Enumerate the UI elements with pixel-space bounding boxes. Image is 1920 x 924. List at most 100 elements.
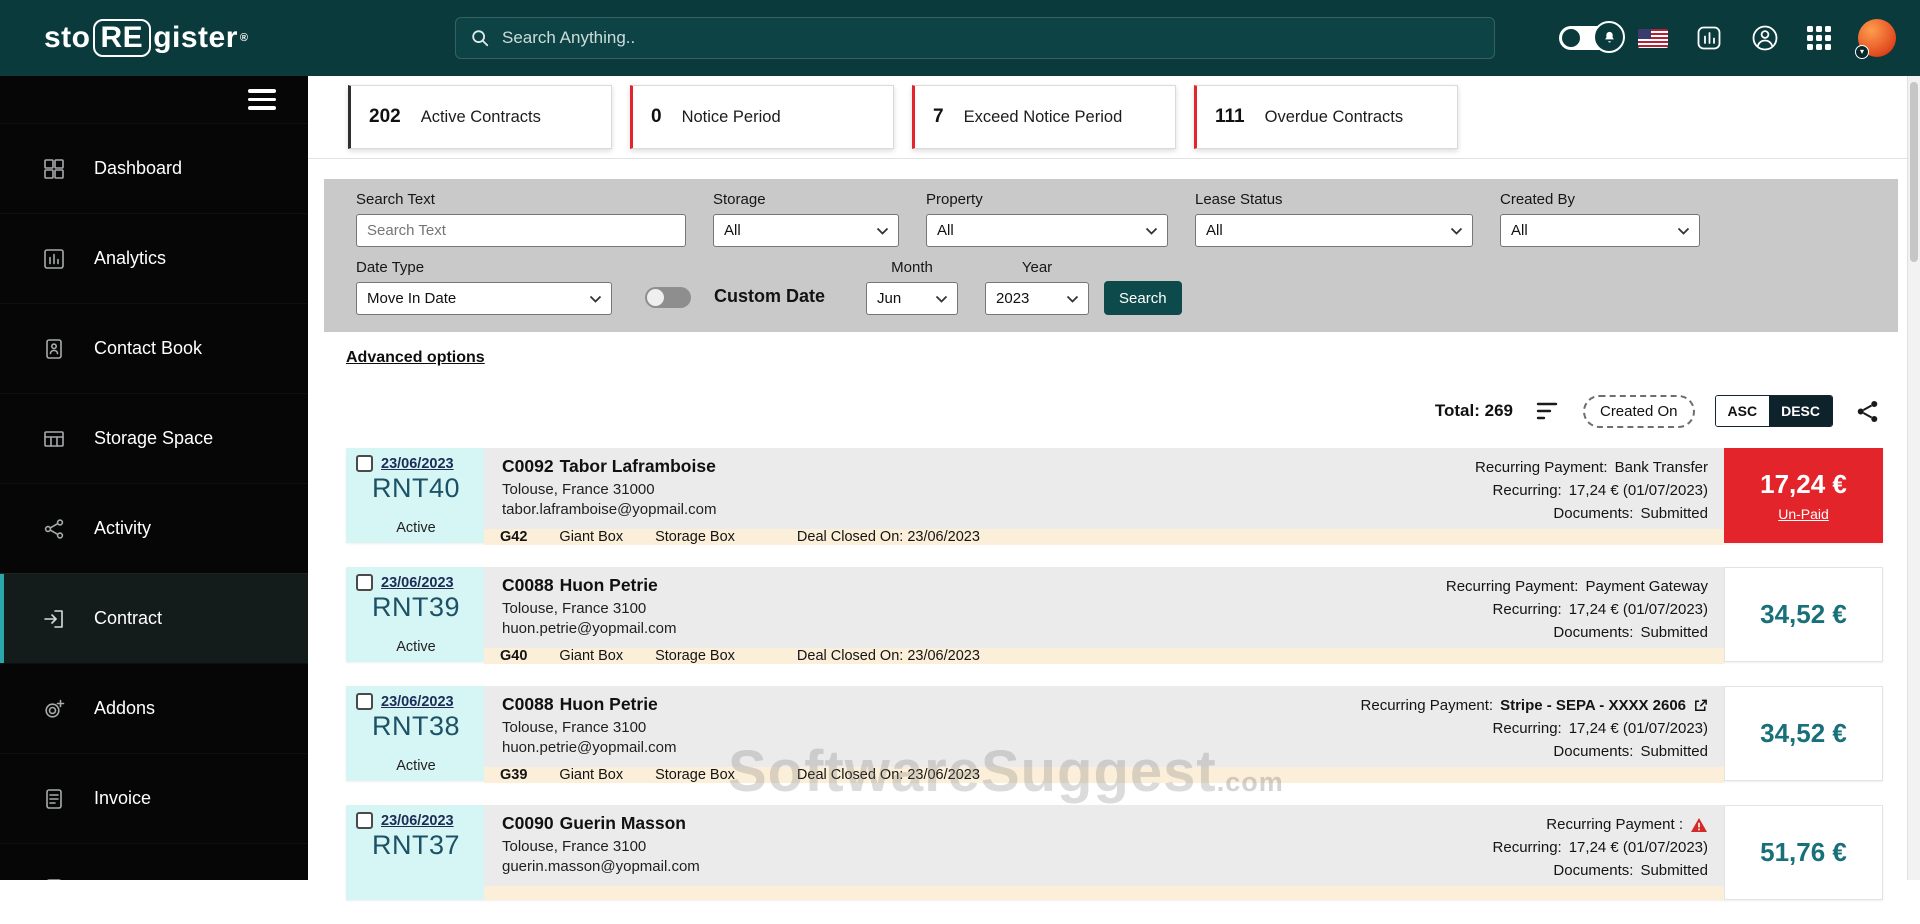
recurring-label: Recurring: bbox=[1492, 720, 1562, 737]
total-count: Total: 269 bbox=[1434, 401, 1513, 420]
property-label: Property bbox=[926, 191, 983, 208]
unit-size: Giant Box bbox=[559, 767, 624, 783]
status-label: Active bbox=[396, 520, 436, 536]
date-type-select[interactable]: Move In Date bbox=[356, 282, 612, 315]
sidebar-item-invoice[interactable]: Invoice bbox=[0, 753, 308, 843]
storage-select[interactable]: All bbox=[713, 214, 899, 247]
customer-block: C0088 Huon Petrie Tolouse, France 3100 hu… bbox=[502, 694, 676, 763]
search-text-input[interactable] bbox=[356, 214, 686, 247]
recurring-value: 17,24 € (01/07/2023) bbox=[1568, 601, 1708, 618]
month-select-value: Jun bbox=[877, 290, 902, 307]
stat-card-notice-period[interactable]: 0 Notice Period bbox=[630, 85, 894, 149]
chevron-down-icon bbox=[1066, 295, 1079, 303]
lease-status-select[interactable]: All bbox=[1195, 214, 1473, 247]
stat-card-overdue-contracts[interactable]: 111 Overdue Contracts bbox=[1194, 85, 1458, 149]
amount-block: 17,24 € Un-Paid bbox=[1724, 448, 1883, 543]
row-checkbox[interactable] bbox=[356, 574, 373, 591]
sidebar-item-contact-book[interactable]: Contact Book bbox=[0, 303, 308, 393]
sidebar-item-credit-note[interactable]: Credit Note bbox=[0, 843, 308, 880]
share-icon[interactable] bbox=[1853, 397, 1882, 426]
payment-warning-icon bbox=[1690, 817, 1708, 833]
unit-size: Giant Box bbox=[559, 648, 624, 664]
recurring-value: 17,24 € (01/07/2023) bbox=[1568, 839, 1708, 856]
stat-label: Active Contracts bbox=[420, 107, 541, 126]
scrollbar bbox=[1907, 76, 1920, 880]
scrollbar-thumb[interactable] bbox=[1910, 82, 1918, 262]
chevron-down-icon bbox=[1450, 227, 1463, 235]
search-icon bbox=[470, 28, 490, 48]
month-select[interactable]: Jun bbox=[866, 282, 959, 315]
payment-method-value: Stripe - SEPA - XXXX 2606 bbox=[1500, 697, 1686, 714]
payment-method-label: Recurring Payment: bbox=[1445, 578, 1579, 595]
payment-info: Recurring Payment : Recurring: 17,24 € (0… bbox=[1493, 813, 1708, 882]
created-by-select[interactable]: All bbox=[1500, 214, 1700, 247]
search-button[interactable]: Search bbox=[1104, 281, 1182, 315]
contract-row: 23/06/2023 RNT37 C0090 Guerin Masson Tolo… bbox=[346, 805, 1883, 900]
global-search[interactable] bbox=[455, 17, 1495, 59]
date-type-label: Date Type bbox=[356, 259, 425, 276]
unit-type: Storage Box bbox=[655, 529, 735, 545]
account-icon[interactable] bbox=[1750, 23, 1780, 53]
sort-by-pill[interactable]: Created On bbox=[1582, 394, 1695, 428]
sidebar-item-label: Activity bbox=[94, 518, 152, 538]
sort-icon[interactable] bbox=[1533, 398, 1563, 424]
sidebar-collapse-button[interactable] bbox=[0, 76, 308, 123]
sidebar-item-addons[interactable]: Addons bbox=[0, 663, 308, 753]
property-select[interactable]: All bbox=[926, 214, 1168, 247]
contract-number: C0090 bbox=[502, 813, 554, 833]
theme-toggle[interactable] bbox=[1559, 21, 1625, 53]
recurring-value: 17,24 € (01/07/2023) bbox=[1568, 720, 1708, 737]
move-in-date-link[interactable]: 23/06/2023 bbox=[381, 694, 454, 710]
apps-grid-icon[interactable] bbox=[1807, 26, 1831, 50]
asc-button[interactable]: ASC bbox=[1715, 396, 1770, 426]
desc-button[interactable]: DESC bbox=[1769, 396, 1832, 426]
row-checkbox[interactable] bbox=[356, 812, 373, 829]
advanced-options-link[interactable]: Advanced options bbox=[346, 349, 485, 367]
reports-icon[interactable] bbox=[1695, 24, 1723, 52]
stat-card-active-contracts[interactable]: 202 Active Contracts bbox=[348, 85, 612, 149]
sidebar-item-contract[interactable]: Contract bbox=[0, 573, 308, 663]
row-checkbox[interactable] bbox=[356, 693, 373, 710]
customer-address: Tolouse, France 3100 bbox=[502, 837, 647, 855]
contract-number: C0088 bbox=[502, 694, 554, 714]
chevron-down-icon bbox=[1677, 227, 1690, 235]
move-in-date-link[interactable]: 23/06/2023 bbox=[381, 813, 454, 829]
sidebar-item-activity[interactable]: Activity bbox=[0, 483, 308, 573]
payment-method-label: Recurring Payment: bbox=[1360, 697, 1494, 714]
move-in-date-link[interactable]: 23/06/2023 bbox=[381, 575, 454, 591]
sidebar-item-storage-space[interactable]: Storage Space bbox=[0, 393, 308, 483]
notification-bell-icon[interactable] bbox=[1593, 21, 1625, 53]
contract-row-summary: 23/06/2023 RNT40 Active bbox=[346, 448, 484, 543]
sidebar-item-analytics[interactable]: Analytics bbox=[0, 213, 308, 303]
row-checkbox[interactable] bbox=[356, 455, 373, 472]
custom-date-toggle[interactable] bbox=[645, 287, 691, 308]
avatar-chevron-badge: ▾ bbox=[1855, 45, 1869, 59]
unit-number: G39 bbox=[500, 767, 528, 783]
unpaid-link[interactable]: Un-Paid bbox=[1778, 506, 1829, 522]
move-in-date-link[interactable]: 23/06/2023 bbox=[381, 456, 454, 472]
unit-number: G42 bbox=[500, 529, 528, 545]
created-by-select-value: All bbox=[1511, 222, 1528, 239]
year-field: Year 2023 bbox=[985, 259, 1090, 315]
external-link-icon[interactable] bbox=[1693, 698, 1708, 713]
stat-card-exceed-notice-period[interactable]: 7 Exceed Notice Period bbox=[912, 85, 1176, 149]
customer-email: huon.petrie@yopmail.com bbox=[502, 620, 677, 637]
activity-icon bbox=[42, 517, 66, 541]
analytics-icon bbox=[42, 247, 66, 271]
storage-select-value: All bbox=[724, 222, 741, 239]
language-flag-icon[interactable] bbox=[1638, 28, 1668, 48]
year-select[interactable]: 2023 bbox=[985, 282, 1090, 315]
user-avatar[interactable]: ▾ bbox=[1855, 19, 1896, 59]
filter-row-1: Search Text Storage All Property All Lea… bbox=[356, 191, 1898, 247]
app-logo[interactable]: sto RE gister ® bbox=[44, 0, 249, 76]
global-search-input[interactable] bbox=[502, 28, 1480, 48]
customer-name: Tabor Laframboise bbox=[559, 456, 716, 476]
contract-number: C0092 bbox=[502, 456, 554, 476]
sidebar-item-dashboard[interactable]: Dashboard bbox=[0, 123, 308, 213]
customer-address: Tolouse, France 31000 bbox=[502, 480, 655, 498]
storage-field: Storage All bbox=[713, 191, 899, 247]
payment-method-value: Payment Gateway bbox=[1585, 578, 1708, 595]
sidebar-item-label: Invoice bbox=[94, 788, 152, 808]
unit-size: Giant Box bbox=[559, 529, 624, 545]
top-icons: ▾ bbox=[1559, 0, 1896, 76]
